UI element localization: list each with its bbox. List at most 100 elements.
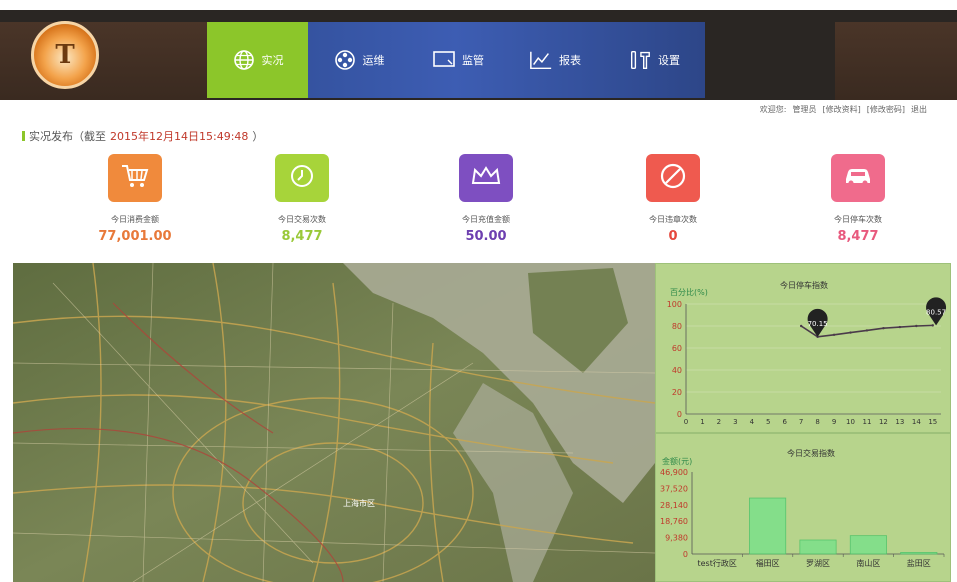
y-axis-label: 金额(元) bbox=[662, 456, 692, 466]
stat-spend: 今日消费金额 77,001.00 bbox=[75, 154, 195, 244]
y-tick-label: 20 bbox=[672, 388, 682, 397]
data-point bbox=[865, 329, 869, 332]
stat-value: 50.00 bbox=[465, 229, 507, 244]
x-tick-label: 5 bbox=[766, 418, 770, 426]
y-tick-label: 28,140 bbox=[660, 501, 688, 510]
nav-item-settings[interactable]: 设置 bbox=[603, 22, 705, 98]
username: 管理员 bbox=[792, 105, 817, 114]
x-tick-label: 南山区 bbox=[856, 558, 880, 568]
stat-value: 8,477 bbox=[281, 229, 323, 244]
x-tick-label: 7 bbox=[799, 418, 803, 426]
stat-label: 今日交易次数 bbox=[278, 215, 326, 224]
x-tick-label: 8 bbox=[815, 418, 819, 426]
x-tick-label: 2 bbox=[717, 418, 721, 426]
welcome-text: 欢迎您: bbox=[759, 105, 787, 114]
x-tick-label: 4 bbox=[750, 418, 755, 426]
x-tick-label: 盐田区 bbox=[907, 558, 931, 568]
y-axis-label: 百分比(%) bbox=[670, 287, 708, 297]
title-accent-bar bbox=[22, 131, 25, 141]
x-tick-label: 3 bbox=[733, 418, 737, 426]
stat-label: 今日充值金额 bbox=[462, 215, 510, 224]
logout-link[interactable]: 退出 bbox=[911, 104, 927, 115]
data-point bbox=[898, 325, 902, 329]
nav-item-live[interactable]: 实况 bbox=[207, 22, 308, 98]
y-tick-label: 0 bbox=[677, 410, 682, 419]
stat-label: 今日违章次数 bbox=[649, 215, 697, 224]
live-title-suffix: ） bbox=[252, 130, 264, 143]
y-tick-label: 40 bbox=[672, 366, 682, 375]
x-tick-label: 1 bbox=[700, 418, 704, 426]
monitor-icon bbox=[432, 48, 456, 72]
stat-tile bbox=[275, 154, 329, 202]
stat-value: 77,001.00 bbox=[98, 229, 172, 244]
x-tick-label: 6 bbox=[782, 418, 787, 426]
x-tick-label: test行政区 bbox=[698, 558, 737, 568]
stat-tile bbox=[646, 154, 700, 202]
city-map[interactable]: 上海市区 bbox=[13, 263, 655, 582]
live-timestamp: 2015年12月14日15:49:48 bbox=[110, 130, 249, 143]
stat-transactions: 今日交易次数 8,477 bbox=[242, 154, 362, 244]
y-tick-label: 46,900 bbox=[660, 468, 688, 477]
live-title-prefix: 实况发布（截至 bbox=[29, 130, 106, 143]
main-nav: 实况 运维 监管 报表 设置 bbox=[207, 22, 705, 98]
line-chart-icon bbox=[529, 48, 553, 72]
edit-profile-link[interactable]: [修改资料] bbox=[823, 104, 861, 115]
parking-index-panel: 今日停车指数 百分比(%) 0 20 40 60 80 100 0 1 2 3 4 5 6 7 8 9 10 11 12… bbox=[655, 263, 951, 433]
data-point bbox=[799, 324, 803, 328]
film-reel-icon bbox=[333, 48, 357, 72]
nav-item-label: 监管 bbox=[462, 54, 484, 67]
nav-item-ops[interactable]: 运维 bbox=[308, 22, 409, 98]
pin-label: 80.57 bbox=[926, 308, 946, 316]
y-tick-label: 37,520 bbox=[660, 484, 688, 493]
x-tick-label: 11 bbox=[863, 418, 872, 426]
globe-icon bbox=[232, 48, 256, 72]
stat-violations: 今日违章次数 0 bbox=[613, 154, 733, 244]
stat-tile bbox=[831, 154, 885, 202]
x-tick-label: 10 bbox=[846, 418, 855, 426]
x-tick-label: 14 bbox=[912, 418, 921, 426]
change-password-link[interactable]: [修改密码] bbox=[867, 104, 905, 115]
x-tick-label: 0 bbox=[684, 418, 688, 426]
stat-value: 0 bbox=[668, 229, 678, 244]
chart-title: 今日停车指数 bbox=[780, 280, 828, 290]
nav-item-reports[interactable]: 报表 bbox=[507, 22, 603, 98]
nav-item-label: 运维 bbox=[362, 54, 385, 67]
stat-tile bbox=[108, 154, 162, 202]
data-point bbox=[931, 324, 934, 327]
logo[interactable]: T bbox=[31, 21, 99, 89]
y-tick-label: 9,380 bbox=[665, 534, 688, 543]
y-tick-label: 100 bbox=[667, 300, 682, 309]
x-tick-label: 15 bbox=[928, 418, 937, 426]
data-point bbox=[882, 327, 885, 330]
tools-icon bbox=[628, 48, 652, 72]
user-bar: 欢迎您: 管理员 [修改资料] [修改密码] 退出 bbox=[760, 104, 927, 115]
bar bbox=[799, 539, 837, 555]
prohibited-icon bbox=[658, 161, 688, 195]
data-point bbox=[915, 324, 918, 328]
nav-item-supervise[interactable]: 监管 bbox=[409, 22, 507, 98]
y-tick-label: 60 bbox=[672, 344, 682, 353]
y-tick-label: 80 bbox=[672, 322, 682, 331]
chart-title: 今日交易指数 bbox=[787, 448, 835, 458]
header-top-strip bbox=[0, 0, 957, 10]
transaction-index-panel: 今日交易指数 金额(元) 0 9,380 18,760 28,140 37,520 46,90… bbox=[655, 433, 951, 582]
map-canvas: 上海市区 bbox=[13, 263, 655, 582]
data-point bbox=[849, 331, 852, 334]
pin-label: 70.15 bbox=[808, 320, 828, 328]
x-tick-label: 福田区 bbox=[756, 559, 780, 568]
header-right-band bbox=[835, 22, 957, 100]
stat-label: 今日停车次数 bbox=[834, 215, 882, 224]
nav-item-label: 报表 bbox=[559, 54, 581, 67]
bar bbox=[849, 535, 887, 555]
bar bbox=[749, 497, 787, 555]
stat-parking: 今日停车次数 8,477 bbox=[798, 154, 918, 244]
y-tick-label: 18,760 bbox=[660, 517, 688, 526]
clock-icon bbox=[288, 162, 316, 194]
x-tick-label: 12 bbox=[879, 418, 888, 426]
x-tick-label: 9 bbox=[832, 418, 836, 426]
crown-icon bbox=[470, 164, 502, 192]
stat-value: 8,477 bbox=[837, 229, 879, 244]
logo-mark: T bbox=[55, 40, 75, 70]
car-icon bbox=[842, 164, 874, 192]
bar bbox=[900, 552, 938, 555]
